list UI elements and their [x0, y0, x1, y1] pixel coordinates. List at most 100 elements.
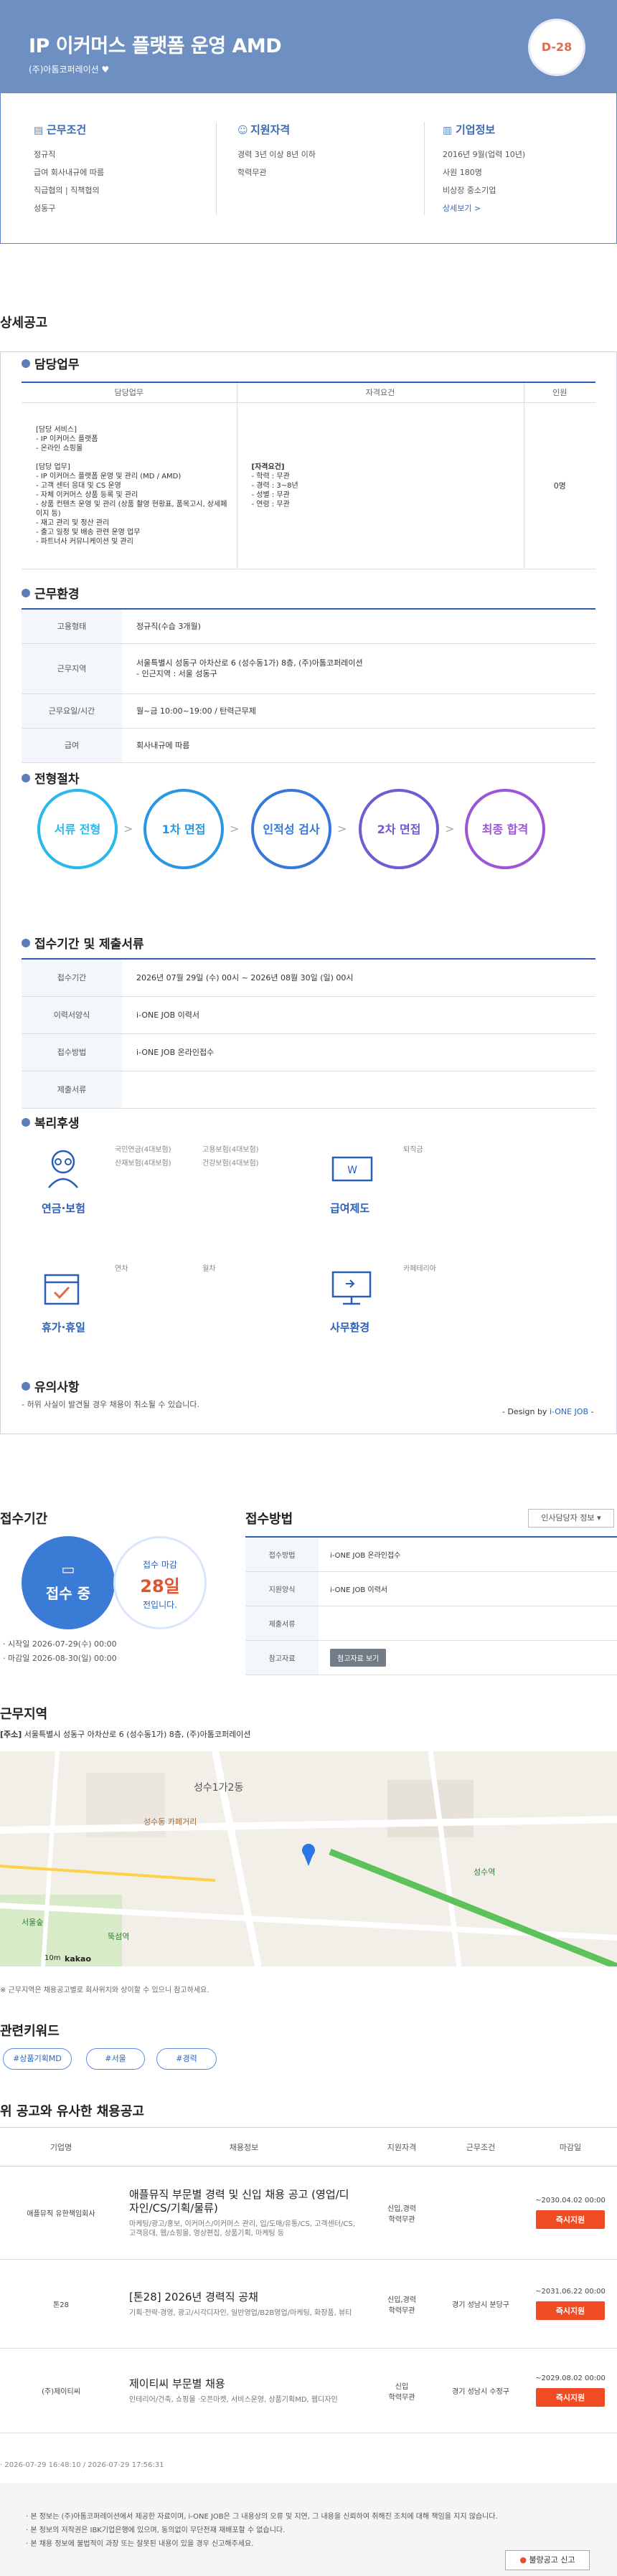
- company-info-item: 2016년 9월(업력 10년): [443, 150, 526, 159]
- duty-line: - IP 이커머스 플랫폼: [36, 435, 98, 443]
- similar-desc: 기획·전략·경영, 광고/시각디자인, 일반영업/B2B영업/마케팅, 화장품,…: [129, 2309, 352, 2317]
- duties-table: 담당업무 자격요건 인원 [담당 서비스] - IP 이커머스 플랫폼 - 온라인 …: [22, 382, 595, 569]
- similar-header: 마감일: [524, 2127, 617, 2167]
- keyword-tag[interactable]: #상품기획MD: [3, 2048, 72, 2070]
- welfare-items: 연차: [115, 1265, 128, 1273]
- similar-header: 지원자격: [366, 2127, 438, 2167]
- end-date: · 마감일 2026-08-30(일) 00:00: [3, 1654, 117, 1663]
- welfare-items: 월차: [202, 1265, 216, 1273]
- heart-icon[interactable]: ♥: [102, 65, 110, 75]
- job-header: IP 이커머스 플랫폼 운영 AMD (주)아톰코퍼레이션 ♥ D-28: [0, 0, 617, 93]
- duty-line: - 연령 : 무관: [251, 500, 290, 508]
- salary-icon: W: [330, 1152, 375, 1187]
- duty-line: - 온라인 쇼핑몰: [36, 444, 83, 453]
- env-value: 정규직(수습 3개월): [122, 609, 595, 644]
- similar-cond: [438, 2166, 524, 2260]
- duty-line: - 경력 : 3~8년: [251, 481, 298, 490]
- submission-value: [122, 1071, 595, 1109]
- company-info-item: 사원 180명: [443, 168, 482, 177]
- job-title: IP 이커머스 플랫폼 운영 AMD: [29, 35, 282, 57]
- reference-button[interactable]: 첨고자료 보기: [330, 1648, 387, 1667]
- apply-button[interactable]: 즉시지원: [536, 2301, 605, 2320]
- similar-company[interactable]: 톤28: [0, 2259, 122, 2349]
- insurance-icon: [42, 1146, 85, 1191]
- similar-qual: 신입,경력 학력무관: [366, 2259, 438, 2349]
- similar-qual: 신입,경력 학력무관: [366, 2166, 438, 2260]
- similar-deadline: ~2031.06.22 00:00: [535, 2288, 606, 2296]
- table-row: 애플뮤직 유한책임회사 애플뮤직 부문별 경력 및 신입 채용 공고 (영업/디…: [0, 2166, 617, 2260]
- apply-button[interactable]: 즉시지원: [536, 2388, 605, 2407]
- keyword-tag[interactable]: #서울: [86, 2048, 145, 2070]
- similar-heading: 위 공고와 유사한 채용공고: [0, 2104, 144, 2119]
- kakao-logo: kakao: [65, 1954, 92, 1964]
- status-circle: ▭ 접수 중: [22, 1536, 115, 1629]
- deadline-days: 28일: [140, 1576, 180, 1596]
- status-text: 접수 중: [45, 1585, 91, 1602]
- calendar-icon: [42, 1268, 82, 1310]
- similar-title[interactable]: [톤28] 2026년 경력직 공채: [129, 2291, 359, 2304]
- similar-title[interactable]: 애플뮤직 부문별 경력 및 신입 채용 공고 (영업/디자인/CS/기획/물류): [129, 2188, 359, 2215]
- method-value: i-ONE JOB 온라인접수: [319, 1537, 617, 1572]
- footer-note: · 본 채용 정보에 불법적이 과장 또는 잘못된 내용이 있을 경우 신고해주…: [26, 2540, 254, 2548]
- company-info-column: ▥ 기업정보 2016년 9월(업력 10년) 사원 180명 비상장 중소기업 …: [443, 122, 615, 220]
- design-credit: - Design by i-ONE JOB -: [502, 1407, 594, 1416]
- duty-line: - 파트너사 커뮤니케이션 및 관리: [36, 537, 133, 546]
- welfare-label: 사무환경: [330, 1321, 370, 1334]
- footer-note: · 본 정보의 저작권은 IBK기업은행에 있으며, 동의없이 무단전재 재배포…: [26, 2527, 286, 2534]
- user-icon: ☺: [237, 125, 248, 136]
- duty-line: [담당 서비스]: [36, 425, 77, 434]
- method-label: 접수방법: [245, 1537, 319, 1572]
- submission-label: 접수기간: [22, 959, 122, 997]
- arrow-right-icon: >: [445, 822, 455, 835]
- process-step: 1차 면접: [143, 789, 224, 869]
- duty-line: - 상품 컨텐츠 운영 및 관리 (상품 촬영 현황표, 품목고시, 상세페이지…: [36, 500, 227, 518]
- bullet-icon: [22, 1118, 30, 1127]
- condition-item: 급여 회사내규에 따름: [34, 168, 105, 177]
- env-label: 급여: [22, 728, 122, 763]
- apply-button[interactable]: 즉시지원: [536, 2210, 605, 2229]
- table-row: 톤28 [톤28] 2026년 경력직 공채기획·전략·경영, 광고/시각디자인…: [0, 2259, 617, 2349]
- duty-line: - 재고 관리 및 정산 관리: [36, 518, 110, 527]
- table-row: (주)제이티씨 제이티씨 부문별 채용 인테리어/건축, 쇼핑몰 ·오픈마켓, 서…: [0, 2348, 617, 2433]
- company-detail-link[interactable]: 상세보기 >: [443, 204, 481, 213]
- process-heading: 전형절차: [22, 769, 80, 787]
- duty-line: - IP 이커머스 플랫폼 운영 및 관리 (MD / AMD): [36, 472, 182, 480]
- arrow-right-icon: >: [230, 822, 240, 835]
- duty-line: - 성별 : 무관: [251, 491, 290, 499]
- method-label: 제출서류: [245, 1606, 319, 1641]
- duty-line: - 고객 센터 응대 및 CS 운영: [36, 481, 121, 490]
- welfare-items: 국민연금(4대보험) 산재보험(4대보험): [115, 1146, 171, 1168]
- similar-company[interactable]: (주)제이티씨: [0, 2348, 122, 2433]
- environment-heading: 근무환경: [22, 584, 80, 602]
- company-name[interactable]: (주)아톰코퍼레이션 ♥: [29, 63, 109, 75]
- qualifications-header: 자격요건: [237, 382, 524, 403]
- arrow-right-icon: >: [123, 822, 133, 835]
- similar-desc: 마케팅/광고/홍보, 이커머스/이커머스 관리, 입/도매/유통/CS, 고객센…: [129, 2220, 355, 2238]
- duty-line: [담당 업무]: [36, 463, 70, 471]
- map-scale: 10m: [44, 1954, 61, 1962]
- process-step: 2차 면접: [359, 789, 439, 869]
- submission-table: 접수기간 2026년 07월 29일 (수) 00시 ~ 2026년 08월 30…: [22, 958, 595, 1109]
- map-label: 성수1가2동: [194, 1782, 244, 1794]
- similar-header: 기업명: [0, 2127, 122, 2167]
- similar-deadline: ~2030.04.02 00:00: [535, 2197, 606, 2205]
- condition-item: 직급협의 | 직책협의: [34, 186, 100, 195]
- contact-info-button[interactable]: 인사담당자 정보 ▾: [528, 1509, 614, 1528]
- map-label: 서울숲: [22, 1918, 44, 1927]
- similar-cond: 경기 성남시 수정구: [438, 2348, 524, 2433]
- location-note: ※ 근무지역은 채용공고별로 회사위치와 상이할 수 있으니 참고하세요.: [0, 1987, 209, 1994]
- dday-badge: D-28: [528, 19, 585, 76]
- similar-company[interactable]: 애플뮤직 유한책임회사: [0, 2166, 122, 2260]
- condition-item: 성동구: [34, 204, 56, 213]
- deadline-label: 접수 마감: [143, 1560, 177, 1570]
- keyword-tag[interactable]: #경력: [156, 2048, 217, 2070]
- submission-value: i-ONE JOB 이력서: [122, 996, 595, 1034]
- qualification-item: 경력 3년 이상 8년 이하: [237, 150, 316, 159]
- bullet-icon: [22, 939, 30, 947]
- report-button[interactable]: ● 불량공고 신고: [505, 2550, 590, 2570]
- submission-value: i-ONE JOB 온라인접수: [122, 1033, 595, 1071]
- duty-line: [자격요건]: [251, 463, 285, 471]
- similar-title[interactable]: 제이티씨 부문별 채용: [129, 2377, 359, 2391]
- map[interactable]: 성수1가2동 성수역 뚝섬역 성수동 카페거리 서울숲 kakao 10m: [0, 1751, 617, 1966]
- keywords-heading: 관련키워드: [0, 2024, 60, 2039]
